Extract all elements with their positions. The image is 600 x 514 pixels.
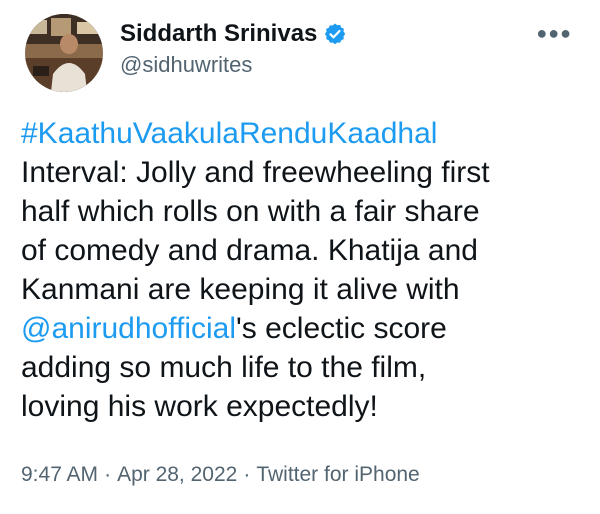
tweet-line-mention: @anirudhofficial's eclectic score bbox=[21, 309, 591, 348]
author-display-name[interactable]: Siddarth Srinivas bbox=[120, 20, 317, 48]
tweet-time[interactable]: 9:47 AM bbox=[21, 463, 98, 486]
tweet-line: adding so much life to the film, bbox=[21, 351, 427, 384]
tweet-line: of comedy and drama. Khatija and bbox=[21, 234, 478, 267]
author-name-row: Siddarth Srinivas bbox=[120, 20, 347, 48]
tweet-line-rest: 's eclectic score bbox=[236, 312, 447, 345]
hashtag-link[interactable]: #KaathuVaakulaRenduKaadhal bbox=[21, 114, 591, 153]
tweet-line: loving his work expectedly! bbox=[21, 390, 378, 423]
tweet-line: Interval: Jolly and freewheeling first bbox=[21, 156, 490, 189]
more-horizontal-icon[interactable]: ●●● bbox=[536, 24, 572, 42]
avatar[interactable] bbox=[25, 14, 103, 92]
avatar-photo bbox=[25, 14, 103, 92]
tweet-line: Kanmani are keeping it alive with bbox=[21, 273, 460, 306]
tweet-source: Twitter for iPhone bbox=[256, 463, 420, 486]
tweet-meta: 9:47 AM · Apr 28, 2022 · Twitter for iPhone bbox=[21, 463, 420, 487]
tweet-line: half which rolls on with a fair share bbox=[21, 195, 480, 228]
meta-separator: · bbox=[104, 463, 112, 486]
tweet-date[interactable]: Apr 28, 2022 bbox=[117, 463, 237, 486]
meta-separator: · bbox=[243, 463, 251, 486]
tweet-card: Siddarth Srinivas @sidhuwrites ●●● #Kaat… bbox=[0, 0, 600, 514]
verified-badge-icon bbox=[323, 22, 347, 46]
author-handle[interactable]: @sidhuwrites bbox=[120, 52, 252, 78]
mention-link[interactable]: @anirudhofficial bbox=[21, 312, 236, 345]
tweet-text: #KaathuVaakulaRenduKaadhal Interval: Jol… bbox=[21, 114, 591, 426]
